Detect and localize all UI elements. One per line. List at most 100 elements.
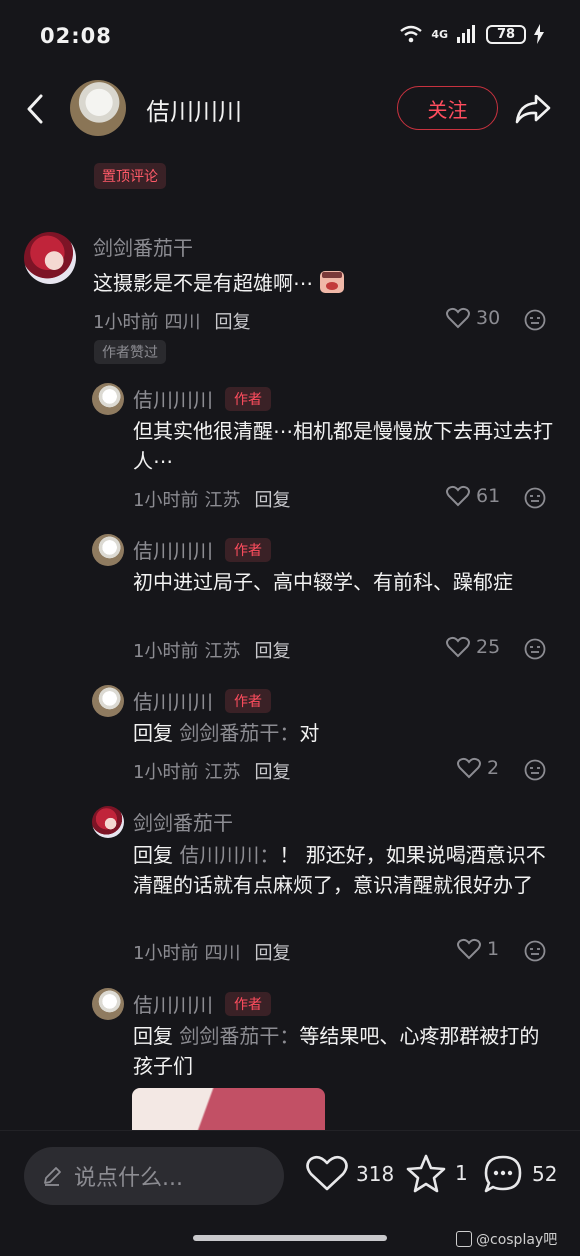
commenter-name[interactable]: 剑剑番茄干 (93, 232, 193, 261)
comment-bubble-icon (484, 1155, 522, 1193)
reply-button[interactable]: 回复 (254, 637, 290, 663)
comment-meta: 1小时前 江苏 回复 (133, 758, 290, 784)
comment-time: 1小时前 (133, 641, 199, 662)
commenter-name[interactable]: 佶川川川 (133, 989, 213, 1018)
status-icons: 4G 78 (399, 24, 544, 44)
dislike-icon[interactable] (524, 487, 546, 509)
comment-location: 四川 (164, 312, 201, 333)
reply-prefix: 回复 (133, 1024, 173, 1048)
comment-text-body: 对 (299, 721, 320, 745)
home-indicator[interactable] (193, 1235, 387, 1241)
reply-button[interactable]: 回复 (254, 939, 290, 965)
like-count: 25 (476, 636, 501, 658)
signal-icon (457, 25, 475, 43)
charging-icon (534, 24, 544, 44)
reply-button[interactable]: 回复 (254, 758, 290, 784)
back-arrow-icon (27, 94, 43, 124)
dislike-icon[interactable] (524, 940, 546, 962)
comment-text: 回复 佶川川川：！ 那还好，如果说喝酒意识不清醒的话就有点麻烦了，意识清醒就很好… (133, 840, 558, 900)
like-count: 30 (476, 307, 501, 329)
comment-time: 1小时前 (133, 762, 199, 783)
like-button[interactable]: 2 (457, 757, 499, 779)
comment-text: 回复 剑剑番茄干：等结果吧、心疼那群被打的孩子们 (133, 1021, 558, 1081)
reply-button[interactable]: 回复 (214, 308, 250, 334)
share-icon (515, 94, 551, 124)
favorite-button[interactable]: 1 (405, 1153, 468, 1193)
status-bar: 02:08 4G 78 (0, 0, 580, 72)
comment-text: 但其实他很清醒⋯相机都是慢慢放下去再过去打人⋯ (133, 419, 553, 473)
pencil-icon (44, 1167, 61, 1186)
author-tag: 作者 (225, 991, 271, 1016)
comment-location: 江苏 (204, 490, 241, 511)
commenter-avatar[interactable] (92, 988, 124, 1020)
heart-icon (446, 307, 470, 329)
comment-meta: 1小时前 江苏 回复 (133, 637, 290, 663)
wifi-icon (400, 25, 423, 43)
comment-time: 1小时前 (93, 312, 159, 333)
reply-button[interactable]: 回复 (254, 486, 290, 512)
author-name[interactable]: 佶川川川 (146, 92, 242, 127)
comments-button[interactable]: 52 (482, 1153, 557, 1195)
like-button[interactable]: 25 (446, 636, 500, 658)
heart-icon (446, 636, 470, 658)
dislike-icon[interactable] (524, 759, 546, 781)
comment-text: 回复 剑剑番茄干：对 (133, 718, 553, 748)
like-button[interactable]: 61 (446, 485, 500, 507)
comment-meta: 1小时前 四川 回复 (133, 939, 290, 965)
commenter-avatar[interactable] (24, 232, 76, 284)
dislike-icon[interactable] (524, 638, 546, 660)
commenter-name[interactable]: 佶川川川 (133, 535, 213, 564)
favorite-count: 1 (455, 1161, 468, 1185)
watermark-text: @cosplay吧 (476, 1232, 558, 1248)
commenter-name[interactable]: 剑剑番茄干 (133, 807, 233, 836)
status-time: 02:08 (40, 24, 112, 48)
network-label: 4G (431, 27, 448, 41)
commenter-name[interactable]: 佶川川川 (133, 384, 213, 413)
comment-header: 佶川川川 作者 (133, 686, 271, 715)
comment-input[interactable]: 说点什么... (24, 1147, 284, 1205)
comment-text-body: 这摄影是不是有超雄啊⋯ (93, 271, 313, 295)
like-button[interactable]: 30 (446, 307, 500, 329)
comment-time: 1小时前 (133, 943, 199, 964)
commenter-avatar[interactable] (92, 806, 124, 838)
like-count: 61 (476, 485, 501, 507)
author-tag: 作者 (225, 386, 271, 411)
reply-prefix: 回复 (133, 843, 173, 867)
author-tag: 作者 (225, 688, 271, 713)
comment-location: 江苏 (204, 762, 241, 783)
commenter-avatar[interactable] (92, 383, 124, 415)
reply-target-name[interactable]: 剑剑番茄干： (179, 1024, 299, 1048)
reply-target-name[interactable]: 佶川川川： (179, 843, 279, 867)
header: 佶川川川 关注 (0, 72, 580, 152)
comment-time: 1小时前 (133, 490, 199, 511)
like-button[interactable]: 1 (457, 938, 499, 960)
author-tag: 作者 (225, 537, 271, 562)
heart-icon (457, 757, 481, 779)
dislike-icon[interactable] (524, 309, 546, 331)
author-avatar[interactable] (70, 80, 126, 136)
comment-header: 佶川川川 作者 (133, 535, 271, 564)
input-placeholder: 说点什么... (74, 1166, 183, 1191)
like-count: 2 (487, 757, 500, 779)
heart-icon (457, 938, 481, 960)
post-like-count: 318 (356, 1162, 395, 1186)
commenter-name[interactable]: 佶川川川 (133, 686, 213, 715)
reply-target-name[interactable]: 剑剑番茄干： (179, 721, 299, 745)
comment-location: 江苏 (204, 641, 241, 662)
share-button[interactable] (513, 90, 553, 128)
commenter-avatar[interactable] (92, 534, 124, 566)
commenter-avatar[interactable] (92, 685, 124, 717)
comment-text: 初中进过局子、高中辍学、有前科、躁郁症 (133, 570, 513, 594)
back-button[interactable] (18, 92, 52, 126)
reply-prefix: 回复 (133, 721, 173, 745)
heart-icon (446, 485, 470, 507)
battery-indicator: 78 (486, 24, 526, 44)
watermark: @cosplay吧 (456, 1229, 557, 1249)
pinned-comment-tag: 置顶评论 (94, 163, 166, 189)
star-icon (406, 1154, 446, 1193)
comment-count: 52 (532, 1162, 558, 1186)
follow-button[interactable]: 关注 (397, 86, 498, 130)
like-post-button[interactable]: 318 (306, 1155, 394, 1193)
comment-header: 佶川川川 作者 (133, 384, 271, 413)
comment-meta: 1小时前 四川 回复 (93, 308, 250, 334)
